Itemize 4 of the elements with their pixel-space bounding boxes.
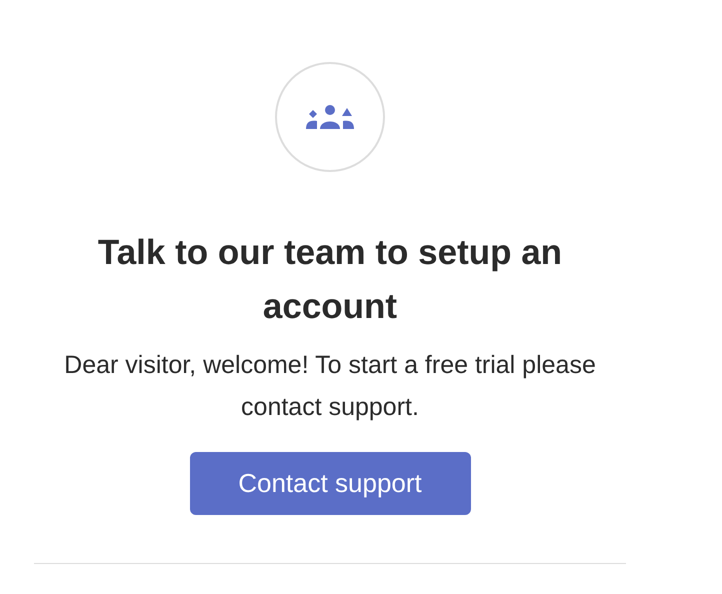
welcome-message: Dear visitor, welcome! To start a free trial please contact support. bbox=[63, 350, 597, 423]
contact-support-button[interactable]: Contact support bbox=[190, 452, 470, 515]
team-icon bbox=[306, 105, 354, 129]
heading: Talk to our team to setup an account bbox=[96, 232, 564, 328]
